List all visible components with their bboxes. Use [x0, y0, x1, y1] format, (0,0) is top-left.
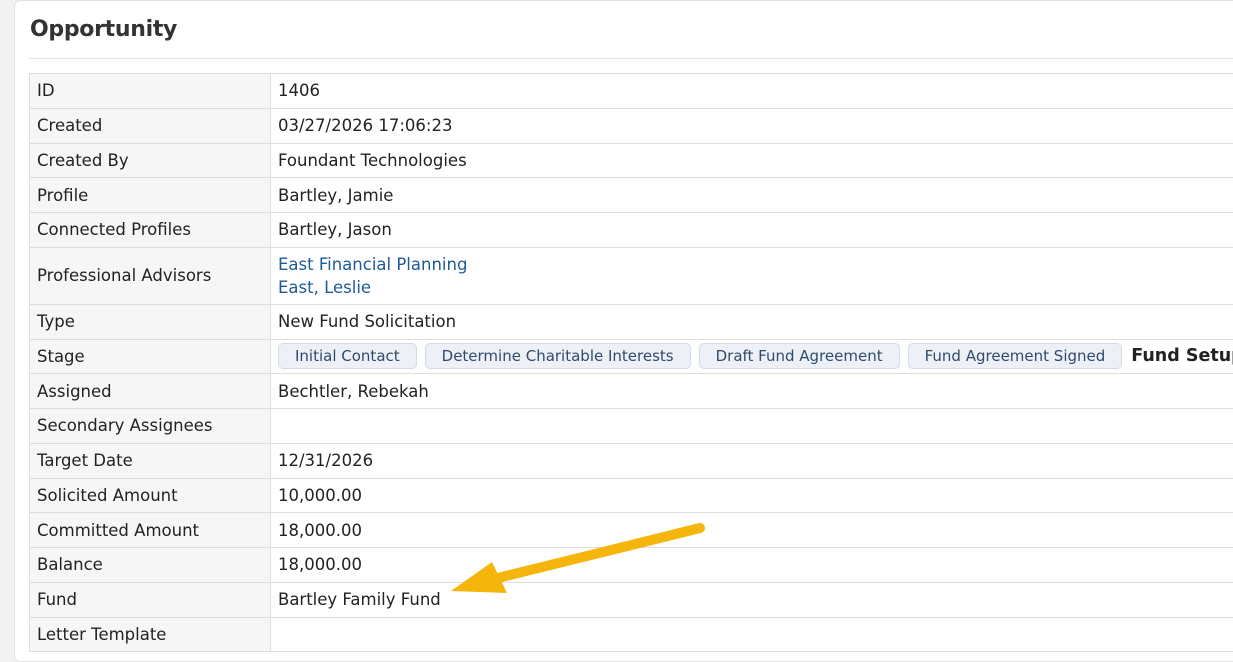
- row-profile: Profile Bartley, Jamie: [30, 178, 1233, 213]
- row-committed-amount: Committed Amount 18,000.00: [30, 513, 1233, 548]
- panel-title: Opportunity: [30, 17, 177, 42]
- solicited-amount-value: 10,000.00: [271, 478, 1233, 513]
- secondary-assignees-label: Secondary Assignees: [30, 409, 271, 444]
- row-id: ID 1406: [30, 74, 1233, 109]
- connected-profile-link[interactable]: Bartley, Jason: [271, 213, 1233, 248]
- row-assigned: Assigned Bechtler, Rebekah: [30, 374, 1233, 409]
- stage-chip[interactable]: Determine Charitable Interests: [425, 343, 691, 369]
- row-solicited-amount: Solicited Amount 10,000.00: [30, 478, 1233, 513]
- stage-chip[interactable]: Fund Agreement Signed: [908, 343, 1123, 369]
- solicited-amount-label: Solicited Amount: [30, 478, 271, 513]
- assigned-label: Assigned: [30, 374, 271, 409]
- id-label: ID: [30, 74, 271, 109]
- row-stage: Stage Initial Contact Determine Charitab…: [30, 339, 1233, 374]
- row-letter-template: Letter Template: [30, 617, 1233, 652]
- type-value: New Fund Solicitation: [271, 304, 1233, 339]
- committed-amount-value: 18,000.00: [271, 513, 1233, 548]
- advisor-link[interactable]: East Financial Planning: [278, 253, 1233, 276]
- stage-value: Initial Contact Determine Charitable Int…: [271, 339, 1233, 374]
- committed-amount-label: Committed Amount: [30, 513, 271, 548]
- letter-template-label: Letter Template: [30, 617, 271, 652]
- letter-template-value: [271, 617, 1233, 652]
- title-divider: [29, 58, 1233, 59]
- target-date-label: Target Date: [30, 443, 271, 478]
- stage-chip[interactable]: Initial Contact: [278, 343, 417, 369]
- opportunity-panel: Opportunity ID 1406 Created 03/27/2026 1…: [14, 0, 1233, 662]
- profile-link[interactable]: Bartley, Jamie: [271, 178, 1233, 213]
- row-fund: Fund Bartley Family Fund: [30, 582, 1233, 617]
- current-stage: Fund Setup: [1131, 346, 1233, 366]
- target-date-value: 12/31/2026: [271, 443, 1233, 478]
- advisor-link[interactable]: East, Leslie: [278, 276, 1233, 299]
- fund-label: Fund: [30, 582, 271, 617]
- row-created: Created 03/27/2026 17:06:23: [30, 108, 1233, 143]
- stage-progress: Initial Contact Determine Charitable Int…: [278, 343, 1233, 369]
- id-link[interactable]: 1406: [271, 74, 1233, 109]
- row-type: Type New Fund Solicitation: [30, 304, 1233, 339]
- assigned-value: Bechtler, Rebekah: [271, 374, 1233, 409]
- row-secondary-assignees: Secondary Assignees: [30, 409, 1233, 444]
- created-value: 03/27/2026 17:06:23: [271, 108, 1233, 143]
- row-professional-advisors: Professional Advisors East Financial Pla…: [30, 247, 1233, 304]
- stage-label: Stage: [30, 339, 271, 374]
- created-label: Created: [30, 108, 271, 143]
- created-by-value: Foundant Technologies: [271, 143, 1233, 178]
- professional-advisors-label: Professional Advisors: [30, 247, 271, 304]
- connected-profiles-label: Connected Profiles: [30, 213, 271, 248]
- stage-chip[interactable]: Draft Fund Agreement: [699, 343, 900, 369]
- secondary-assignees-value: [271, 409, 1233, 444]
- row-created-by: Created By Foundant Technologies: [30, 143, 1233, 178]
- profile-label: Profile: [30, 178, 271, 213]
- created-by-label: Created By: [30, 143, 271, 178]
- row-target-date: Target Date 12/31/2026: [30, 443, 1233, 478]
- row-balance: Balance 18,000.00: [30, 548, 1233, 583]
- opportunity-details-table: ID 1406 Created 03/27/2026 17:06:23 Crea…: [29, 73, 1233, 652]
- row-connected-profiles: Connected Profiles Bartley, Jason: [30, 213, 1233, 248]
- balance-value: 18,000.00: [271, 548, 1233, 583]
- balance-label: Balance: [30, 548, 271, 583]
- fund-link[interactable]: Bartley Family Fund: [271, 582, 1233, 617]
- type-label: Type: [30, 304, 271, 339]
- professional-advisors-value: East Financial Planning East, Leslie: [271, 247, 1233, 304]
